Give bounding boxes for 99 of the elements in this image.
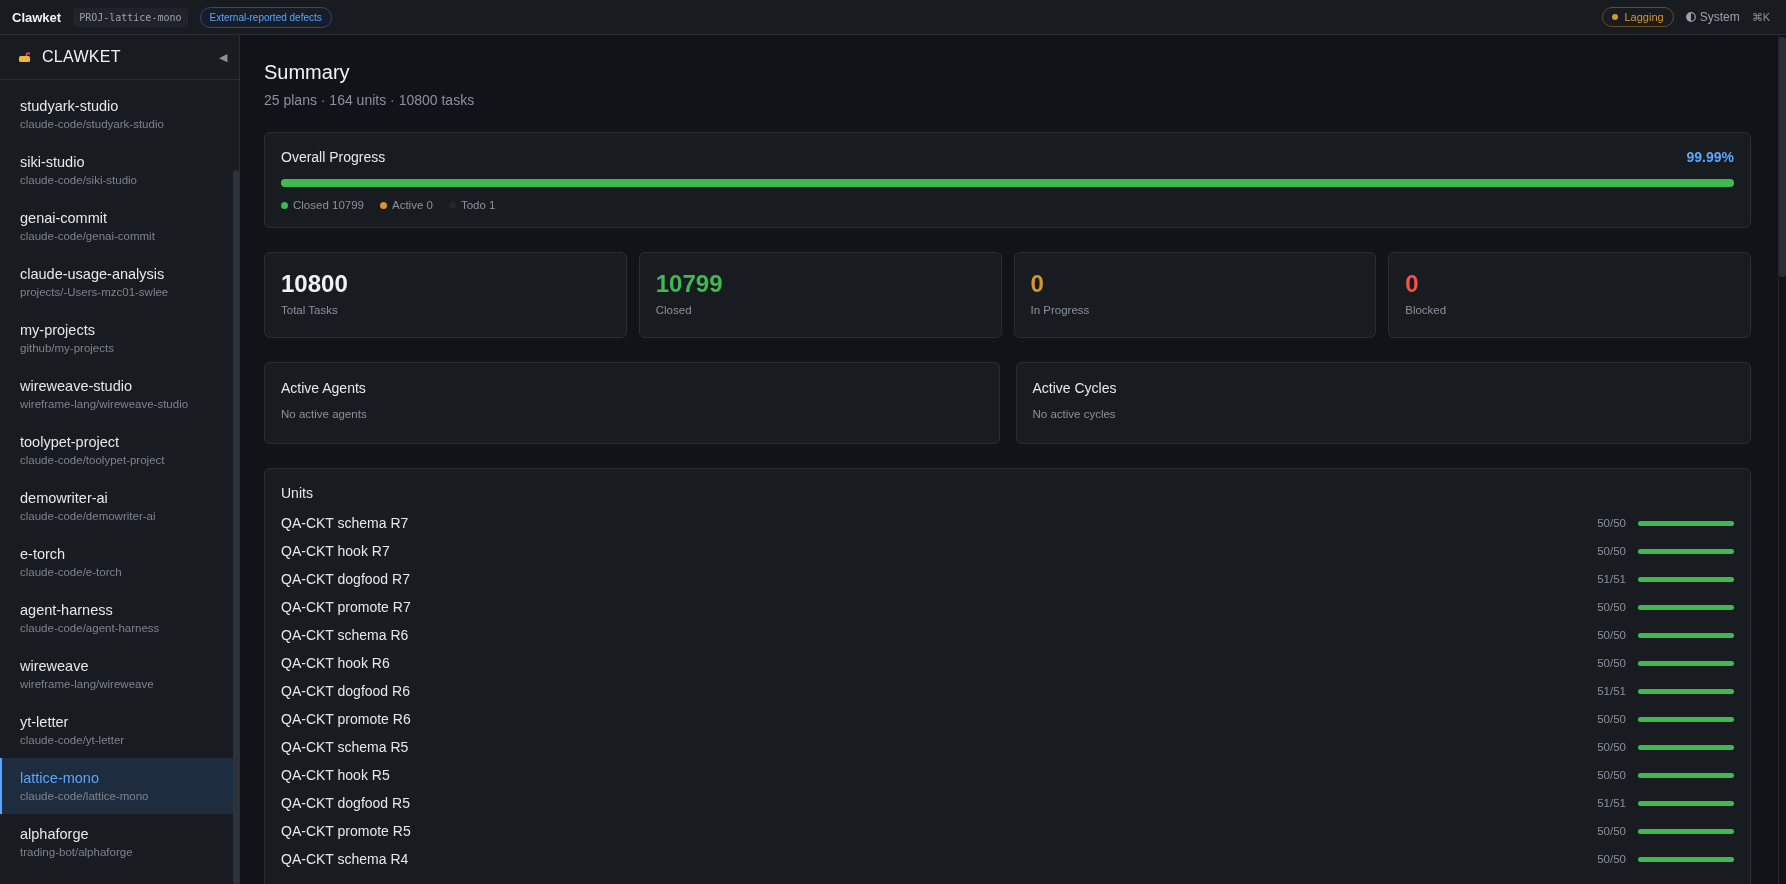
unit-count: 51/51	[1596, 685, 1626, 697]
unit-name[interactable]: QA-CKT hook R5	[281, 767, 1566, 783]
project-name: genai-commit	[20, 210, 109, 226]
project-name: my-projects	[20, 322, 96, 338]
project-path: claude-code/studyark-studio	[20, 118, 165, 130]
project-name: wireweave-studio	[20, 378, 134, 394]
unit-name[interactable]: QA-CKT schema R4	[281, 851, 1566, 867]
logo-icon	[18, 51, 32, 63]
project-item[interactable]: wireweave-studio wireframe-lang/wireweave-studio	[0, 366, 233, 422]
project-path: claude-code/toolypet-project	[20, 454, 166, 466]
project-path: claude-code/siki-studio	[20, 174, 138, 186]
unit-count: 50/50	[1596, 545, 1626, 557]
unit-name[interactable]: QA-CKT schema R6	[281, 627, 1566, 643]
project-path: claude-code/genai-commit	[20, 230, 156, 242]
project-name: demowriter-ai	[20, 490, 109, 506]
project-item[interactable]: claude-usage-analysis projects/-Users-mzc01-swlee	[0, 254, 233, 310]
stat-value: 10799	[655, 270, 724, 298]
project-path: projects/-Users-mzc01-swlee	[20, 286, 170, 298]
project-id: PROJ-lattice-mono	[73, 7, 188, 27]
keyboard-shortcut[interactable]: ⌘K	[1751, 10, 1770, 24]
unit-count: 50/50	[1596, 853, 1626, 865]
project-name: alphaforge	[20, 826, 90, 842]
project-path: claude-code/yt-letter	[20, 734, 126, 746]
unit-count: 51/51	[1596, 797, 1626, 809]
unit-name[interactable]: QA-CKT hook R7	[281, 543, 1566, 559]
unit-name[interactable]: QA-CKT dogfood R5	[281, 795, 1566, 811]
unit-count: 50/50	[1596, 601, 1626, 613]
project-item[interactable]: agent-harness claude-code/agent-harness	[0, 590, 233, 646]
legend-label: Active 0	[392, 199, 433, 211]
stat-label: In Progress	[1030, 304, 1091, 316]
project-item[interactable]: genai-commit claude-code/genai-commit	[0, 198, 233, 254]
empty-message: No active cycles	[1032, 408, 1117, 420]
project-path: claude-code/demowriter-ai	[20, 510, 157, 522]
project-path: claude-code/agent-harness	[20, 622, 161, 634]
project-item[interactable]: yt-letter claude-code/yt-letter	[0, 702, 233, 758]
project-path: trading-bot/alphaforge	[20, 846, 134, 858]
legend-label: Closed 10799	[293, 199, 364, 211]
unit-count: 50/50	[1596, 825, 1626, 837]
project-path: github/my-projects	[20, 342, 115, 354]
stat-label: Closed	[655, 304, 693, 316]
empty-message: No active agents	[281, 408, 368, 420]
unit-name[interactable]: QA-CKT hook R6	[281, 655, 1566, 671]
unit-count: 51/51	[1596, 573, 1626, 585]
unit-count: 50/50	[1596, 741, 1626, 753]
unit-name[interactable]: QA-CKT schema R7	[281, 515, 1566, 531]
project-item[interactable]: studyark-studio claude-code/studyark-studio	[0, 86, 233, 142]
theme-toggle[interactable]: System	[1685, 10, 1740, 24]
project-path: wireframe-lang/wireweave-studio	[20, 398, 190, 410]
collapse-button[interactable]: ◀	[219, 50, 227, 64]
stat-label: Total Tasks	[281, 304, 339, 316]
unit-name[interactable]: QA-CKT dogfood R6	[281, 683, 1566, 699]
unit-name[interactable]: QA-CKT schema R5	[281, 739, 1566, 755]
project-path: wireframe-lang/wireweave	[20, 678, 155, 690]
project-item[interactable]: my-projects github/my-projects	[0, 310, 233, 366]
project-name: toolypet-project	[20, 434, 121, 450]
stat-label: Blocked	[1405, 304, 1448, 316]
project-item[interactable]: lattice-mono claude-code/lattice-mono	[0, 758, 233, 814]
project-name: studyark-studio	[20, 98, 120, 114]
project-item[interactable]: e-torch claude-code/e-torch	[0, 534, 233, 590]
project-name: claude-usage-analysis	[20, 266, 166, 282]
project-name: siki-studio	[20, 154, 86, 170]
unit-name[interactable]: QA-CKT promote R7	[281, 599, 1566, 615]
app-name: Clawket	[12, 9, 62, 25]
project-path: claude-code/lattice-mono	[20, 790, 150, 802]
unit-count: 50/50	[1596, 629, 1626, 641]
unit-count: 50/50	[1596, 713, 1626, 725]
project-item[interactable]: siki-studio claude-code/siki-studio	[0, 142, 233, 198]
stat-value: 10800	[281, 270, 349, 298]
unit-name[interactable]: QA-CKT dogfood R7	[281, 571, 1566, 587]
card-title: Overall Progress	[281, 149, 386, 165]
legend-label: Todo 1	[460, 199, 496, 211]
progress-percent: 99.99%	[1686, 149, 1734, 165]
project-item[interactable]: wireweave wireframe-lang/wireweave	[0, 646, 233, 702]
project-name: wireweave	[20, 658, 90, 674]
project-path: claude-code/e-torch	[20, 566, 123, 578]
project-name: agent-harness	[20, 602, 114, 618]
scrollbar-thumb[interactable]	[1779, 37, 1786, 277]
sidebar-title: CLAWKET	[42, 48, 122, 66]
stat-value: 0	[1030, 270, 1045, 298]
project-name: e-torch	[20, 546, 67, 562]
unit-name[interactable]: QA-CKT promote R6	[281, 711, 1566, 727]
half-circle-icon	[1685, 12, 1696, 22]
summary-counts: 25 plans · 164 units · 10800 tasks	[264, 92, 476, 108]
project-name: lattice-mono	[20, 770, 100, 786]
unit-name[interactable]: QA-CKT promote R5	[281, 823, 1566, 839]
unit-count: 50/50	[1596, 517, 1626, 529]
card-title: Active Agents	[281, 380, 367, 396]
unit-count: 50/50	[1596, 769, 1626, 781]
project-item[interactable]: alphaforge trading-bot/alphaforge	[0, 814, 233, 870]
page-title: Summary	[264, 61, 351, 84]
card-title: Active Cycles	[1032, 380, 1118, 396]
filter-badge[interactable]: External-reported defects	[199, 6, 332, 28]
project-item[interactable]: demowriter-ai claude-code/demowriter-ai	[0, 478, 233, 534]
card-title: Units	[281, 485, 314, 501]
scrollbar-thumb[interactable]	[233, 170, 239, 884]
unit-count: 50/50	[1596, 657, 1626, 669]
project-item[interactable]: toolypet-project claude-code/toolypet-project	[0, 422, 233, 478]
stat-value: 0	[1405, 270, 1420, 298]
project-name: yt-letter	[20, 714, 70, 730]
